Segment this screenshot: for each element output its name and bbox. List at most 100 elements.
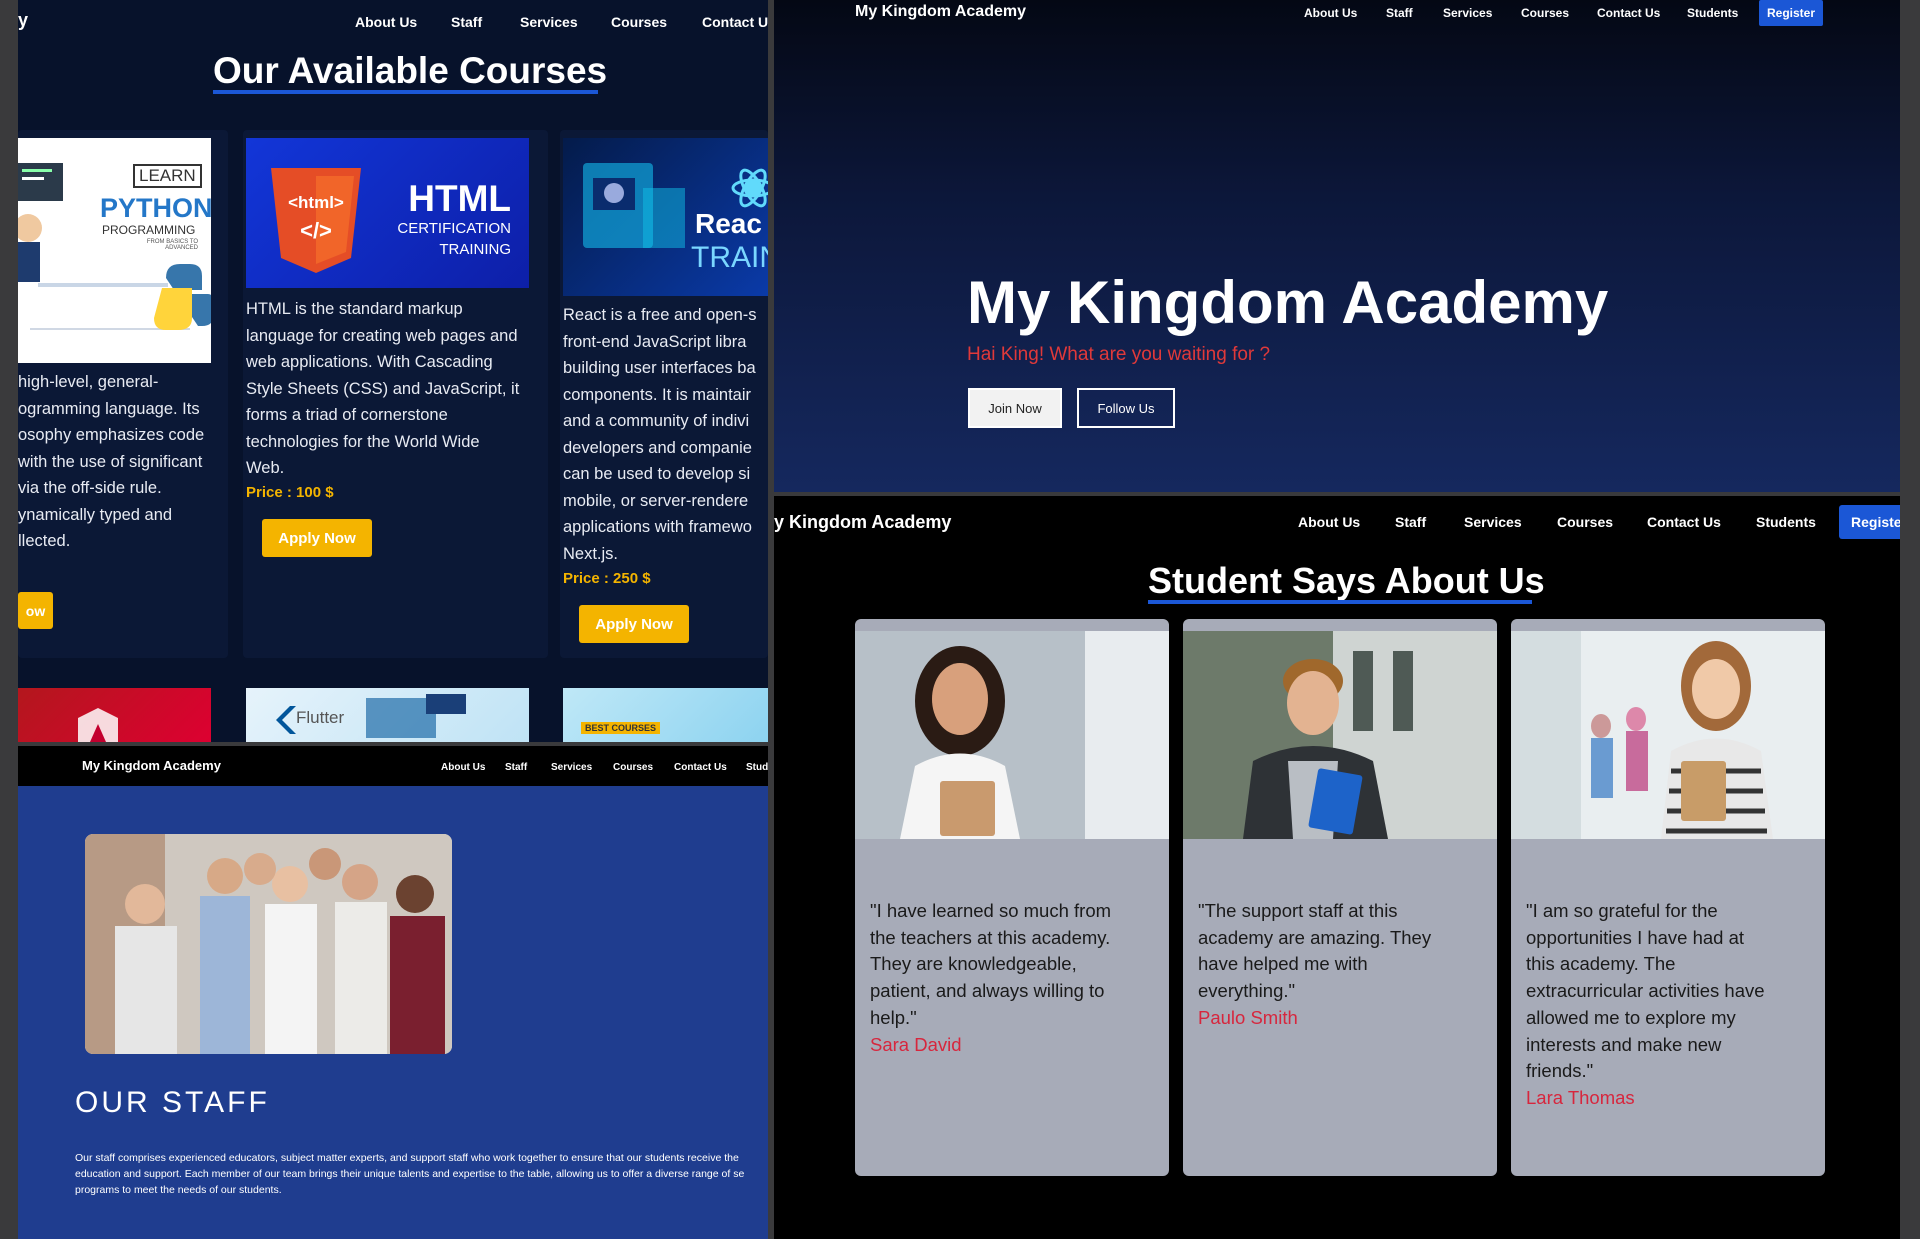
nav-contact[interactable]: Contact Us [674, 762, 727, 773]
nav-students[interactable]: Students [1687, 6, 1738, 20]
python-desc-line: llected. [18, 532, 71, 550]
quote-line: academy are amazing. They [1198, 926, 1432, 948]
html-image-tag1: <html> [288, 193, 344, 212]
student-portrait-paulo [1183, 631, 1497, 839]
staff-title: OUR STAFF [75, 1086, 270, 1119]
html-desc-line: language for creating web pages and [246, 326, 518, 345]
react-desc-line: can be used to develop si [563, 465, 751, 483]
quote-line: opportunities I have had at [1526, 926, 1745, 948]
quote-line: the teachers at this academy. [870, 926, 1111, 948]
nav-services[interactable]: Services [1464, 514, 1522, 530]
nav-courses[interactable]: Courses [1521, 6, 1569, 20]
nav-students[interactable]: Stud [746, 762, 768, 773]
nav-services[interactable]: Services [1443, 6, 1492, 20]
html-desc-line: Web. [246, 459, 285, 477]
python-image-learn: LEARN [133, 164, 202, 188]
react-apply-button[interactable]: Apply Now [579, 605, 689, 643]
student-photo-lara [1511, 631, 1825, 839]
nav-contact[interactable]: Contact Us [1597, 6, 1660, 20]
staff-group-illustration [85, 834, 452, 1054]
nav-staff[interactable]: Staff [1395, 514, 1426, 530]
python-description: high-level, general- ogramming language.… [18, 369, 228, 555]
react-desc-line: and a community of indivi [563, 412, 750, 430]
brand-logo[interactable]: y Kingdom Academy [774, 512, 951, 533]
react-desc-line: mobile, or server-rendere [563, 491, 749, 510]
html-desc-line: Style Sheets (CSS) and JavaScript, it [246, 379, 520, 398]
html-image-title: HTML [408, 178, 511, 219]
staff-text-line: programs to meet the needs of our studen… [75, 1184, 282, 1196]
react-desc-line: developers and companie [563, 438, 752, 457]
courses-panel: y About Us Staff Services Courses Contac… [18, 0, 768, 742]
html-apply-button[interactable]: Apply Now [262, 519, 372, 557]
quote-line: "I am so grateful for the [1526, 900, 1718, 921]
nav-services[interactable]: Services [520, 14, 578, 30]
nav-about[interactable]: About Us [441, 762, 485, 773]
join-now-button[interactable]: Join Now [968, 388, 1062, 428]
angular-icon [78, 708, 118, 742]
testimonial-text-paulo: "The support staff at this academy are a… [1198, 898, 1488, 1032]
nav-staff[interactable]: Staff [451, 14, 482, 30]
react-desc-line: applications with framewo [563, 518, 752, 536]
html-image-tag2: </> [300, 218, 332, 243]
quote-line: patient, and always willing to [870, 980, 1105, 1002]
student-photo-sara [855, 631, 1169, 839]
follow-us-button[interactable]: Follow Us [1077, 388, 1175, 428]
nav-about[interactable]: About Us [1304, 6, 1357, 20]
student-portrait-lara [1511, 631, 1825, 839]
course-card-react: Reac TRAIN React is a free and open-s fr… [560, 130, 768, 658]
python-desc-line: via the off-side rule. [18, 479, 162, 497]
python-desc-line: high-level, general- [18, 373, 159, 391]
react-desc-line: React is a free and open-s [563, 306, 757, 324]
nav-contact[interactable]: Contact Us [702, 14, 768, 30]
nav-about[interactable]: About Us [355, 14, 417, 30]
staff-group-photo [85, 834, 452, 1054]
nav-students[interactable]: Students [1756, 514, 1816, 530]
react-price: Price : 250 $ [563, 570, 651, 587]
brand-logo[interactable]: My Kingdom Academy [855, 3, 1026, 21]
heading-underline [213, 90, 598, 94]
html-description: HTML is the standard markup language for… [246, 296, 551, 482]
courses-heading: Our Available Courses [213, 50, 608, 91]
register-button[interactable]: Register [1759, 0, 1823, 26]
best-courses-image: BEST COURSES [563, 688, 768, 742]
python-image-title: PYTHON [100, 193, 211, 223]
nav-contact[interactable]: Contact Us [1647, 514, 1721, 530]
nav-courses[interactable]: Courses [1557, 514, 1613, 530]
staff-text-line: education and support. Each member of ou… [75, 1168, 745, 1180]
testimonial-card-lara: "I am so grateful for the opportunities … [1511, 619, 1825, 1176]
react-desc-line: building user interfaces ba [563, 359, 756, 377]
python-apply-button[interactable]: ow [18, 592, 53, 629]
python-desc-line: ynamically typed and [18, 505, 173, 524]
html-desc-line: HTML is the standard markup [246, 300, 463, 318]
nav-staff[interactable]: Staff [505, 762, 527, 773]
nav-services[interactable]: Services [551, 762, 592, 773]
html-course-image: <html> </> HTML CERTIFICATION TRAINING [246, 138, 529, 288]
html-desc-line: technologies for the World Wide [246, 432, 480, 451]
brand-fragment: y [18, 10, 29, 30]
nav-courses[interactable]: Courses [613, 762, 653, 773]
testimonials-panel: y Kingdom Academy About Us Staff Service… [774, 496, 1900, 1239]
student-portrait-sara [855, 631, 1169, 839]
student-name: Sara David [870, 1033, 962, 1055]
testimonial-text-lara: "I am so grateful for the opportunities … [1526, 898, 1816, 1112]
react-course-image: Reac TRAIN [563, 138, 768, 296]
testimonial-text-sara: "I have learned so much from the teacher… [870, 898, 1160, 1058]
register-button[interactable]: Registe [1839, 505, 1900, 539]
quote-line: friends." [1526, 1060, 1594, 1082]
nav-about[interactable]: About Us [1298, 514, 1360, 530]
quote-line: "The support staff at this [1198, 900, 1398, 921]
html-image-sub2: TRAINING [439, 241, 511, 258]
testimonial-card-paulo: "The support staff at this academy are a… [1183, 619, 1497, 1176]
quote-line: "I have learned so much from [870, 900, 1112, 921]
react-desc-line: front-end JavaScript libra [563, 332, 747, 351]
staff-text-line: Our staff comprises experienced educator… [75, 1152, 739, 1164]
testimonial-card-sara: "I have learned so much from the teacher… [855, 619, 1169, 1176]
nav-staff[interactable]: Staff [1386, 6, 1413, 20]
staff-panel: My Kingdom Academy About Us Staff Servic… [18, 746, 768, 1239]
nav-courses[interactable]: Courses [611, 14, 667, 30]
testimonials-heading: Student Says About Us [1148, 560, 1545, 601]
brand-logo[interactable]: My Kingdom Academy [82, 758, 221, 773]
quote-line: help." [870, 1006, 917, 1028]
react-image-sub: TRAIN [691, 241, 768, 274]
flutter-icon [276, 694, 466, 738]
